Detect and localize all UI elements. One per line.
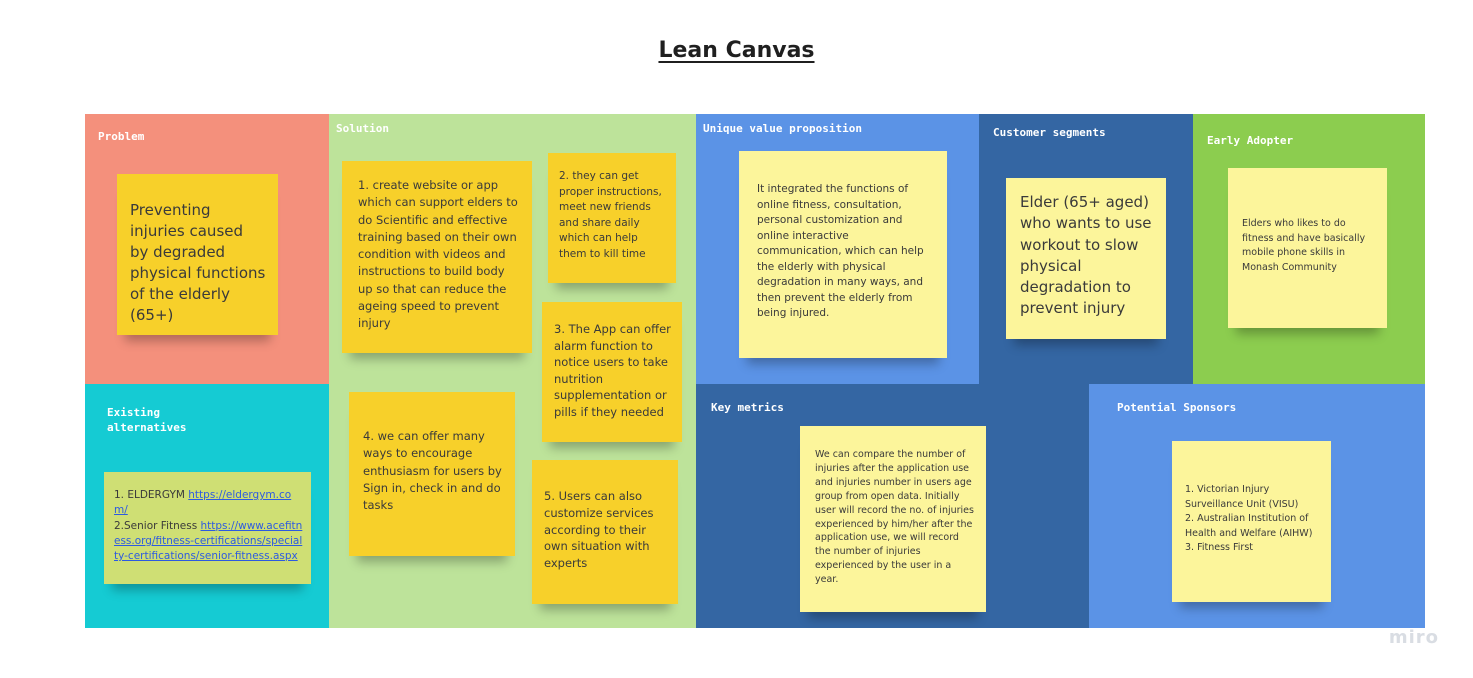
sticky-note-solution-2[interactable]: 2. they can get proper instructions, mee… — [548, 153, 676, 283]
board-title: Lean Canvas — [658, 38, 815, 63]
section-label-problem: Problem — [98, 130, 145, 143]
section-label-existing-alternatives: Existing alternatives — [107, 406, 187, 434]
section-label-unique-value-proposition: Unique value proposition — [703, 122, 862, 135]
sticky-note-text: 2. they can get proper instructions, mee… — [559, 170, 662, 260]
section-label-solution: Solution — [336, 122, 389, 135]
existing-line-1: 1. ELDERGYM https://eldergym.com/ — [114, 488, 303, 519]
sticky-note-early-adopter[interactable]: Elders who likes to do fitness and have … — [1228, 168, 1387, 328]
sticky-note-solution-4[interactable]: 4. we can offer many ways to encourage e… — [349, 392, 515, 556]
existing-line-2: 2.Senior Fitness https://www.acefitness.… — [114, 519, 303, 565]
sticky-note-customer-segments[interactable]: Elder (65+ aged) who wants to use workou… — [1006, 178, 1166, 339]
section-label-early-adopter: Early Adopter — [1207, 134, 1294, 147]
sponsor-item: 2. Australian Institution of Health and … — [1185, 513, 1313, 539]
sticky-note-solution-5[interactable]: 5. Users can also customize services acc… — [532, 460, 678, 604]
sticky-note-text: Preventing injuries caused by degraded p… — [130, 201, 266, 324]
sticky-note-text: It integrated the functions of online fi… — [757, 183, 924, 319]
sticky-note-unique-value-proposition[interactable]: It integrated the functions of online fi… — [739, 151, 947, 358]
sticky-note-text: Elder (65+ aged) who wants to use workou… — [1020, 193, 1152, 318]
sponsor-item: 1. Victorian Injury Surveillance Unit (V… — [1185, 484, 1299, 510]
sticky-note-text: 1. create website or app which can suppo… — [358, 178, 518, 331]
sticky-note-potential-sponsors[interactable]: 1. Victorian Injury Surveillance Unit (V… — [1172, 441, 1331, 602]
sticky-note-text: 3. The App can offer alarm function to n… — [554, 322, 671, 419]
sponsor-item: 3. Fitness First — [1185, 542, 1253, 553]
sticky-note-solution-3[interactable]: 3. The App can offer alarm function to n… — [542, 302, 682, 442]
sticky-note-existing-alternatives[interactable]: 1. ELDERGYM https://eldergym.com/ 2.Seni… — [104, 472, 311, 584]
section-label-potential-sponsors: Potential Sponsors — [1117, 401, 1237, 414]
sticky-note-key-metrics[interactable]: We can compare the number of injuries af… — [800, 426, 986, 612]
section-label-customer-segments: Customer segments — [993, 126, 1106, 139]
sticky-note-text: 5. Users can also customize services acc… — [544, 489, 654, 571]
sticky-note-text: 4. we can offer many ways to encourage e… — [363, 429, 502, 513]
section-label-key-metrics: Key metrics — [711, 401, 784, 414]
existing-item-1-label: 1. ELDERGYM — [114, 489, 189, 501]
miro-logo: miro — [1388, 627, 1439, 648]
sticky-note-text: We can compare the number of injuries af… — [815, 449, 974, 586]
sticky-note-text: Elders who likes to do fitness and have … — [1242, 218, 1366, 273]
existing-item-2-label: 2.Senior Fitness — [114, 519, 201, 532]
sticky-note-solution-1[interactable]: 1. create website or app which can suppo… — [342, 161, 532, 353]
sticky-note-problem[interactable]: Preventing injuries caused by degraded p… — [117, 174, 278, 335]
